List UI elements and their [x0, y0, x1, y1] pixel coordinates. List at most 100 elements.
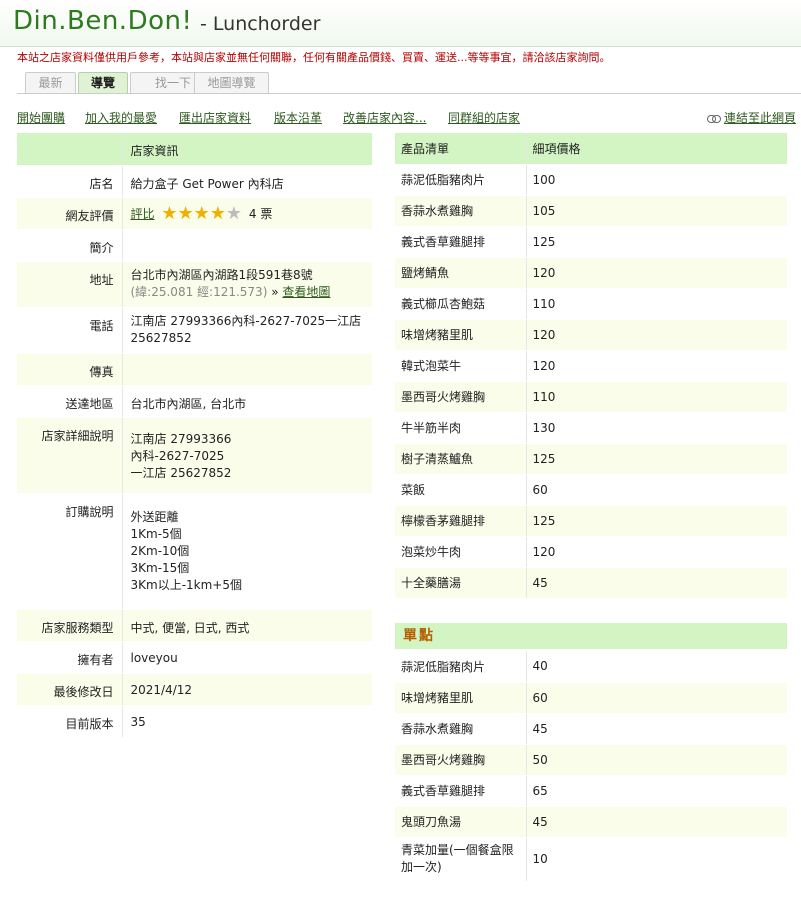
label-version: 目前版本	[17, 705, 123, 738]
label-phone: 電話	[17, 307, 123, 354]
version-history-link[interactable]: 版本沿革	[274, 109, 322, 126]
rate-link[interactable]: 評比	[131, 207, 155, 221]
start-group-buy-link[interactable]: 開始團購	[17, 109, 65, 126]
single-price: 10	[526, 837, 787, 882]
single-name: 蒜泥低脂豬肉片	[395, 651, 527, 683]
product-row: 菜飯 60	[395, 474, 787, 506]
order-line: 2Km-10個	[130, 543, 190, 558]
add-favorite-link[interactable]: 加入我的最愛	[85, 109, 157, 126]
single-row: 義式香草雞腿排 65	[395, 775, 787, 807]
product-row: 義式香草雞腿排 125	[395, 226, 787, 258]
col-product-name: 產品清單	[395, 133, 527, 165]
store-order-info: 外送距離 1Km-5個 2Km-10個 3Km-15個 3Km以上-1km+5個	[122, 493, 372, 610]
store-version: 35	[122, 705, 372, 738]
label-fax: 傳真	[17, 353, 123, 386]
rating-stars: ★★★★★	[161, 204, 242, 222]
store-info-header: 店家資訊	[122, 133, 372, 166]
product-price: 125	[526, 226, 787, 258]
single-price: 45	[526, 713, 787, 745]
product-name: 蒜泥低脂豬肉片	[395, 164, 527, 196]
label-rating: 網友評價	[17, 197, 123, 230]
order-line: 外送距離	[130, 509, 179, 524]
tab-latest[interactable]: 最新	[25, 72, 76, 93]
single-name: 鬼頭刀魚湯	[395, 806, 527, 838]
single-name: 香蒜水煮雞胸	[395, 713, 527, 745]
single-name: 青菜加量(一個餐盒限加一次)	[395, 837, 527, 882]
product-row: 樹子清蒸鱸魚 125	[395, 443, 787, 475]
detail-line: 一江店 25627852	[130, 465, 232, 480]
product-row: 韓式泡菜牛 120	[395, 350, 787, 382]
store-coords: (緯:25.081 經:121.573)	[130, 284, 268, 299]
single-row: 蒜泥低脂豬肉片 40	[395, 651, 787, 683]
star-empty-icon: ★	[225, 202, 243, 224]
product-price: 60	[526, 474, 787, 506]
product-row: 鹽烤鯖魚 120	[395, 257, 787, 289]
single-name: 義式香草雞腿排	[395, 775, 527, 807]
product-price: 110	[526, 381, 787, 413]
address-cell: 台北市內湖區內湖路1段591巷8號 (緯:25.081 經:121.573) »…	[122, 261, 372, 308]
product-row: 檸檬香茅雞腿排 125	[395, 505, 787, 537]
single-price: 40	[526, 651, 787, 683]
label-modified: 最後修改日	[17, 673, 123, 706]
product-price: 125	[526, 505, 787, 537]
label-delivery: 送達地區	[17, 385, 123, 418]
single-row: 味增烤豬里肌 60	[395, 682, 787, 714]
product-name: 十全藥膳湯	[395, 567, 527, 599]
product-name: 鹽烤鯖魚	[395, 257, 527, 289]
store-address: 台北市內湖區內湖路1段591巷8號	[130, 267, 313, 282]
detail-line: 江南店 27993366	[130, 431, 232, 446]
product-price: 100	[526, 164, 787, 196]
tab-divider	[17, 93, 801, 94]
site-logo[interactable]: Din.Ben.Don!	[13, 6, 192, 36]
product-row: 味增烤豬里肌 120	[395, 319, 787, 351]
product-name: 義式香草雞腿排	[395, 226, 527, 258]
label-detail: 店家詳細說明	[17, 417, 123, 494]
single-price: 50	[526, 744, 787, 776]
product-table: 產品清單 細項價格 蒜泥低脂豬肉片 100 香蒜水煮雞胸 105 義式香草雞腿排 12…	[395, 133, 787, 599]
star-icon: ★	[193, 202, 210, 224]
store-detail: 江南店 27993366 內科-2627-7025 一江店 25627852	[122, 417, 372, 494]
col-product-price: 細項價格	[526, 133, 787, 165]
product-name: 墨西哥火烤雞胸	[395, 381, 527, 413]
store-info-table: 店家資訊 店名 給力盒子 Get Power 內科店 網友評價 評比 ★★★★★…	[17, 133, 372, 738]
rating-votes: 4 票	[248, 206, 273, 221]
product-row: 墨西哥火烤雞胸 110	[395, 381, 787, 413]
product-name: 菜飯	[395, 474, 527, 506]
export-store-link[interactable]: 匯出店家資料	[179, 109, 251, 126]
star-icon: ★	[209, 202, 226, 224]
product-name: 義式櫛瓜杏鮑菇	[395, 288, 527, 320]
store-owner: loveyou	[122, 641, 372, 674]
store-fax	[122, 353, 372, 386]
product-price: 120	[526, 257, 787, 289]
product-price: 105	[526, 195, 787, 227]
product-name: 泡菜炒牛肉	[395, 536, 527, 568]
single-price: 45	[526, 806, 787, 838]
product-name: 味增烤豬里肌	[395, 319, 527, 351]
action-bar: 開始團購 加入我的最愛 匯出店家資料 版本沿革 改善店家內容... 同群組的店家…	[17, 109, 801, 125]
store-phone: 江南店 27993366內科-2627-7025一江店 25627852	[122, 307, 372, 354]
link-to-page[interactable]: 連結至此網頁	[706, 109, 796, 126]
label-store-name: 店名	[17, 165, 123, 198]
link-icon	[706, 114, 721, 123]
single-row: 鬼頭刀魚湯 45	[395, 806, 787, 838]
product-row: 義式櫛瓜杏鮑菇 110	[395, 288, 787, 320]
single-name: 墨西哥火烤雞胸	[395, 744, 527, 776]
single-price: 65	[526, 775, 787, 807]
label-intro: 簡介	[17, 229, 123, 262]
rating-cell: 評比 ★★★★★ 4 票	[122, 197, 372, 230]
tab-browse[interactable]: 導覽	[78, 72, 128, 93]
tab-map[interactable]: 地圖導覽	[194, 72, 269, 93]
detail-line: 內科-2627-7025	[130, 448, 225, 463]
single-row: 墨西哥火烤雞胸 50	[395, 744, 787, 776]
improve-store-link[interactable]: 改善店家內容...	[343, 109, 426, 126]
single-price: 60	[526, 682, 787, 714]
site-subtitle: - Lunchorder	[200, 13, 321, 35]
order-line: 3Km以上-1km+5個	[130, 577, 243, 592]
product-price: 125	[526, 443, 787, 475]
product-name: 韓式泡菜牛	[395, 350, 527, 382]
group-stores-link[interactable]: 同群組的店家	[448, 109, 520, 126]
view-map-link[interactable]: 查看地圖	[282, 285, 330, 299]
label-order: 訂購說明	[17, 493, 123, 610]
store-service: 中式, 便當, 日式, 西式	[122, 609, 372, 642]
product-price: 120	[526, 319, 787, 351]
